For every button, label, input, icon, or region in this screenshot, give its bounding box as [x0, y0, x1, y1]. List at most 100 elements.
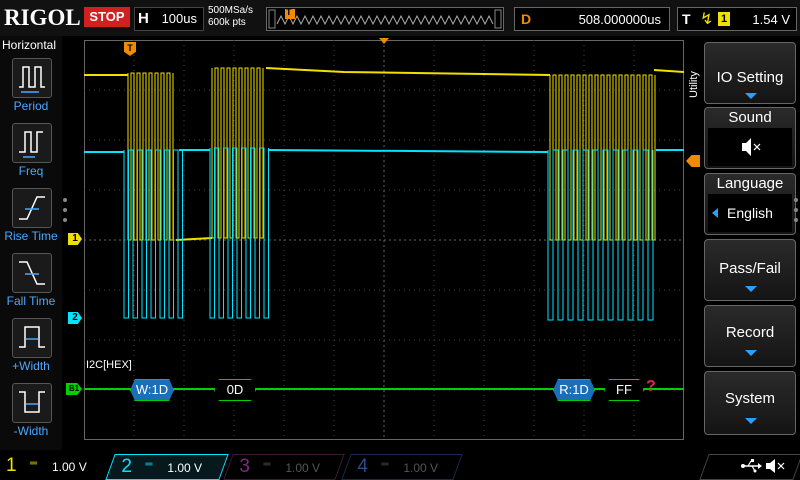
positive-width-label: +Width — [12, 359, 50, 373]
chevron-down-icon — [745, 93, 757, 99]
chevron-down-icon — [745, 286, 757, 292]
record-button[interactable]: Record — [704, 305, 796, 367]
fall-time-icon — [19, 261, 45, 285]
chevron-down-icon — [745, 350, 757, 356]
frame-text: W:1D — [135, 382, 169, 397]
negative-width-icon — [19, 391, 45, 413]
channel-4-status[interactable]: 4 ═ 1.00 V — [341, 454, 463, 480]
ch2-trace-segment — [123, 149, 183, 319]
delay-display[interactable]: D 508.000000us — [514, 7, 670, 31]
channel-status-bar: 1 ═ 1.00 V 2 ═ 1.00 V 3 ═ 1.00 V 4 ═ 1.0… — [0, 452, 800, 480]
channel-number: 3 — [239, 456, 250, 477]
acquisition-info: 500MSa/s 600k pts — [208, 5, 253, 29]
memory-overview-bar: T — [266, 7, 504, 31]
ch2-offset-marker[interactable]: 2 — [68, 312, 82, 324]
chevron-down-icon — [745, 418, 757, 424]
language-button[interactable]: Language English — [704, 173, 796, 235]
usb-icon — [741, 459, 762, 473]
sound-value-area — [708, 128, 792, 166]
fall-time-button[interactable] — [12, 253, 52, 293]
brand-logo: RIGOL — [4, 5, 81, 30]
utility-menu-label: Utility — [688, 71, 700, 98]
channel-scale: 1.00 V — [52, 460, 87, 474]
utility-softkey-menu: IO Setting Sound Language English Pass/F… — [704, 38, 796, 438]
decode-frame-read-address[interactable]: R:1D — [553, 379, 595, 401]
rise-time-label: Rise Time — [4, 229, 58, 243]
memory-depth: 600k pts — [208, 17, 246, 28]
ch1-offset-marker[interactable]: 1 — [68, 233, 82, 245]
timebase-label: H — [138, 10, 149, 27]
negative-width-button[interactable] — [12, 383, 52, 423]
top-status-bar: RIGOL STOP H 100us 500MSa/s 600k pts T D… — [0, 0, 800, 36]
language-value-area: English — [708, 194, 792, 232]
right-page-indicator — [794, 198, 798, 222]
channel-scale: 1.00 V — [167, 461, 203, 475]
bus-offset-marker[interactable]: B1 — [66, 383, 82, 395]
period-icon — [19, 66, 45, 93]
rise-time-button[interactable] — [12, 188, 52, 228]
io-setting-button[interactable]: IO Setting — [704, 42, 796, 104]
dc-coupling-icon: ═ — [263, 459, 271, 470]
sound-label: Sound — [728, 109, 772, 126]
channel-2-status[interactable]: 2 ═ 1.00 V — [105, 454, 229, 480]
ch1-marker-label: 1 — [72, 233, 78, 244]
run-stop-button[interactable]: STOP — [84, 7, 130, 27]
channel-number: 4 — [357, 456, 368, 477]
period-button[interactable] — [12, 58, 52, 98]
ch2-marker-label: 2 — [72, 312, 78, 323]
record-label: Record — [725, 324, 775, 341]
rise-time-icon — [19, 196, 45, 220]
frame-text: R:1D — [559, 382, 589, 397]
screen-center-marker — [379, 38, 389, 44]
frequency-label: Freq — [18, 164, 44, 178]
dc-coupling-icon: ═ — [381, 459, 389, 470]
decode-frame-write-address[interactable]: W:1D — [130, 379, 174, 401]
ch1-trace-segment — [265, 67, 551, 76]
trigger-label: T — [682, 11, 691, 27]
decoder-label: I2C[HEX] — [86, 359, 132, 371]
trigger-position-marker: T — [286, 7, 292, 17]
period-label: Period — [13, 99, 49, 113]
ch1-trace-segment — [175, 237, 213, 241]
system-button[interactable]: System — [704, 371, 796, 435]
frequency-button[interactable] — [12, 123, 52, 163]
negative-width-label: -Width — [13, 424, 49, 438]
io-setting-label: IO Setting — [716, 69, 784, 86]
rising-edge-icon: ↯ — [700, 11, 714, 28]
delay-label: D — [521, 11, 532, 27]
decode-frame-data-0d[interactable]: 0D — [214, 379, 256, 401]
memory-waveform-thumbnail — [268, 9, 502, 29]
trigger-display[interactable]: T ↯ 1 1.54 V — [677, 7, 797, 31]
speaker-muted-icon — [742, 138, 761, 156]
language-value: English — [727, 205, 773, 221]
speaker-muted-icon — [766, 459, 785, 473]
channel-3-status[interactable]: 3 ═ 1.00 V — [223, 454, 345, 480]
ch1-trace-segment — [653, 69, 685, 73]
channel-number: 1 — [6, 455, 17, 476]
delay-value: 508.000000us — [578, 12, 661, 27]
fall-time-label: Fall Time — [6, 294, 56, 308]
frequency-icon — [19, 131, 43, 158]
trigger-level-marker[interactable] — [686, 155, 700, 167]
pass-fail-button[interactable]: Pass/Fail — [704, 239, 796, 301]
timebase-display[interactable]: H 100us — [134, 7, 204, 31]
sample-rate: 500MSa/s — [208, 5, 254, 16]
channel-scale: 1.00 V — [403, 461, 439, 475]
positive-width-button[interactable] — [12, 318, 52, 358]
bus-marker-label: B1 — [68, 384, 80, 393]
frame-text: FF — [616, 382, 632, 397]
waveform-display[interactable] — [84, 40, 685, 440]
channel-scale: 1.00 V — [285, 461, 321, 475]
positive-width-icon — [19, 326, 45, 348]
pass-fail-label: Pass/Fail — [719, 260, 781, 277]
channel-1-status[interactable]: 1 ═ 1.00 V — [0, 454, 104, 478]
waveform-canvas — [84, 40, 685, 440]
timebase-value: 100us — [161, 11, 197, 26]
horizontal-measure-panel: Horizontal Period Freq Rise Time Fall Ti… — [0, 36, 62, 450]
dc-coupling-icon: ═ — [145, 459, 153, 470]
system-label: System — [724, 390, 775, 407]
decode-frame-data-ff[interactable]: FF — [604, 379, 644, 401]
trigger-source: 1 — [718, 12, 730, 26]
channel-number: 2 — [121, 456, 132, 477]
sound-button[interactable]: Sound — [704, 107, 796, 169]
